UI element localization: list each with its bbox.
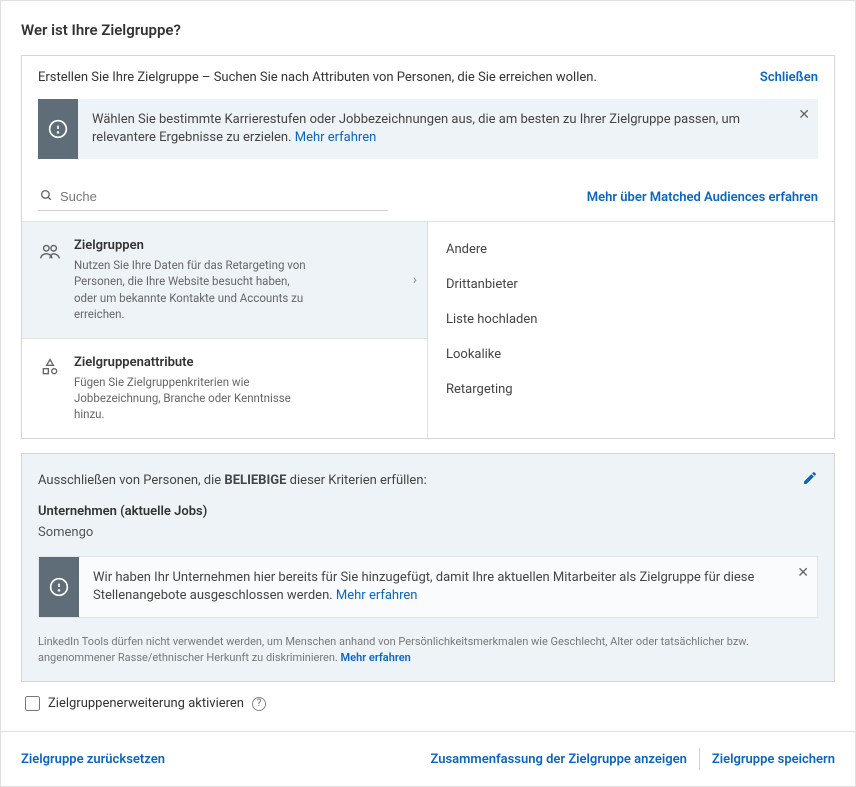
audience-builder-box: Erstellen Sie Ihre Zielgruppe – Suchen S…: [21, 55, 835, 439]
alert-text: Wir haben Ihr Unternehmen hier bereits f…: [93, 570, 754, 603]
subitem-liste-hochladen[interactable]: Liste hochladen: [428, 302, 834, 337]
chevron-right-icon: ›: [413, 272, 417, 288]
category-attribute[interactable]: Zielgruppenattribute Fügen Sie Zielgrupp…: [22, 339, 427, 438]
help-icon[interactable]: ?: [252, 697, 266, 711]
save-audience-link[interactable]: Zielgruppe speichern: [712, 752, 835, 767]
info-alert-company: Wir haben Ihr Unternehmen hier bereits f…: [38, 556, 818, 618]
show-summary-link[interactable]: Zusammenfassung der Zielgruppe anzeigen: [430, 752, 686, 767]
builder-instruction: Erstellen Sie Ihre Zielgruppe – Suchen S…: [38, 70, 597, 85]
info-icon: [39, 557, 79, 617]
matched-audiences-link[interactable]: Mehr über Matched Audiences erfahren: [587, 190, 818, 205]
search-input[interactable]: [38, 183, 388, 210]
edit-icon[interactable]: [802, 470, 818, 490]
subitem-andere[interactable]: Andere: [428, 232, 834, 267]
category-title: Zielgruppenattribute: [74, 355, 411, 370]
criteria-value: Somengo: [38, 525, 818, 540]
category-zielgruppen[interactable]: Zielgruppen Nutzen Sie Ihre Daten für da…: [22, 222, 427, 338]
learn-more-link[interactable]: Mehr erfahren: [295, 130, 377, 145]
search-icon: [40, 189, 53, 206]
subitem-drittanbieter[interactable]: Drittanbieter: [428, 267, 834, 302]
attributes-icon: [38, 357, 62, 377]
exclude-criteria-box: Ausschließen von Personen, die BELIEBIGE…: [21, 453, 835, 682]
close-link[interactable]: Schließen: [760, 70, 818, 85]
subitem-retargeting[interactable]: Retargeting: [428, 372, 834, 407]
category-desc: Fügen Sie Zielgruppenkriterien wie Jobbe…: [74, 374, 314, 422]
legal-disclaimer: LinkedIn Tools dürfen nicht verwendet we…: [38, 634, 818, 665]
learn-more-link[interactable]: Mehr erfahren: [341, 651, 411, 664]
audience-icon: [38, 240, 62, 262]
alert-text: Wählen Sie bestimmte Karrierestufen oder…: [92, 112, 740, 145]
page-title: Wer ist Ihre Zielgruppe?: [21, 21, 835, 39]
reset-audience-link[interactable]: Zielgruppe zurücksetzen: [21, 752, 165, 767]
category-desc: Nutzen Sie Ihre Daten für das Retargetin…: [74, 257, 314, 321]
category-title: Zielgruppen: [74, 238, 411, 253]
criteria-label: Unternehmen (aktuelle Jobs): [38, 504, 818, 519]
close-icon[interactable]: ✕: [798, 107, 810, 123]
exclude-heading: Ausschließen von Personen, die BELIEBIGE…: [38, 473, 427, 488]
divider: [699, 748, 700, 770]
audience-expansion-checkbox[interactable]: [25, 696, 40, 711]
close-icon[interactable]: ✕: [797, 565, 809, 581]
subitem-lookalike[interactable]: Lookalike: [428, 337, 834, 372]
learn-more-link[interactable]: Mehr erfahren: [336, 588, 418, 603]
info-alert-career: Wählen Sie bestimmte Karrierestufen oder…: [38, 99, 818, 159]
checkbox-label: Zielgruppenerweiterung aktivieren: [48, 696, 244, 711]
info-icon: [38, 99, 78, 159]
